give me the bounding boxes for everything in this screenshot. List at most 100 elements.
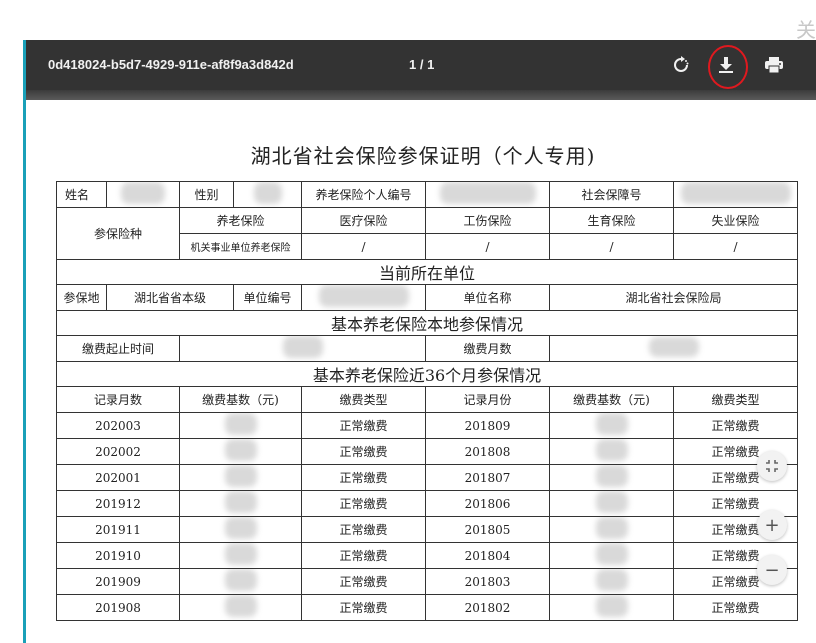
- base-right: [549, 412, 674, 439]
- document-id: 0d418024-b5d7-4929-911e-af8f9a3d842d: [48, 57, 294, 72]
- recent-row: 201908 正常缴费 201802 正常缴费: [56, 594, 798, 621]
- toolbar-shadow: [26, 90, 816, 100]
- record-month-left: 201908: [56, 594, 180, 621]
- record-month-right: 201804: [425, 542, 550, 569]
- name-label: 姓名: [56, 181, 107, 208]
- unit-no-label: 单位编号: [233, 284, 302, 311]
- unit-no-value: [301, 284, 426, 311]
- record-month-right: 201803: [425, 568, 550, 595]
- base-left: [179, 542, 302, 569]
- recent-row: 202003 正常缴费 201809 正常缴费: [56, 412, 798, 439]
- recent-row: 201910 正常缴费 201804 正常缴费: [56, 542, 798, 569]
- base-right: [549, 516, 674, 543]
- insurance-type-label: 参保险种: [56, 207, 180, 260]
- redacted-value: [224, 491, 257, 513]
- base-right: [549, 542, 674, 569]
- fit-page-icon: [766, 460, 778, 472]
- redacted-value: [224, 465, 257, 487]
- base-right: [549, 490, 674, 517]
- record-month-right: 201807: [425, 464, 550, 491]
- record-month-left: 202002: [56, 438, 180, 465]
- record-month-right: 201805: [425, 516, 550, 543]
- type-left: 正常缴费: [301, 594, 426, 621]
- document-page: 湖北省社会保险参保证明（个人专用) 姓名 性别 养老保险个人编号 社会保障号 参…: [30, 100, 816, 643]
- record-month-right: 201802: [425, 594, 550, 621]
- fit-page-button[interactable]: [757, 451, 787, 481]
- local-pension-row: 缴费起止时间 缴费月数: [56, 335, 798, 362]
- institution-pension-label: 机关事业单位养老保险: [179, 233, 302, 260]
- redacted-value: [595, 595, 628, 617]
- recent-rows: 202003 正常缴费 201809 正常缴费 202002 正常缴费 201808 正常缴费…: [56, 412, 798, 621]
- rotate-button[interactable]: [668, 52, 694, 78]
- local-pension-header: 基本养老保险本地参保情况: [56, 310, 798, 336]
- ss-no-label: 社会保障号: [549, 181, 674, 208]
- record-month-left: 202001: [56, 464, 180, 491]
- recent-columns-row: 记录月数 缴费基数（元) 缴费类型 记录月份 缴费基数（元) 缴费类型: [56, 386, 798, 413]
- type-left: 正常缴费: [301, 490, 426, 517]
- col-type-left: 缴费类型: [301, 386, 426, 413]
- zoom-in-button[interactable]: +: [757, 510, 787, 540]
- record-month-left: 201911: [56, 516, 180, 543]
- col-record-months: 记录月数: [56, 386, 180, 413]
- viewer-toolbar: 0d418024-b5d7-4929-911e-af8f9a3d842d 1 /…: [26, 40, 816, 90]
- ss-no-value: [673, 181, 798, 208]
- unit-name-label: 单位名称: [425, 284, 550, 311]
- insurance-col-pension: 养老保险: [179, 207, 302, 234]
- redacted-value: [595, 543, 628, 565]
- insurance-value-medical: /: [301, 233, 426, 260]
- download-highlight-ring: [708, 45, 748, 89]
- certificate-table: 姓名 性别 养老保险个人编号 社会保障号 参保险种 养老保险 医疗保险 工伤保险…: [56, 181, 798, 621]
- recent-row: 202002 正常缴费 201808 正常缴费: [56, 438, 798, 465]
- payment-period-value: [179, 335, 426, 362]
- zoom-out-button[interactable]: −: [757, 555, 787, 585]
- redacted-value: [224, 569, 257, 591]
- base-right: [549, 438, 674, 465]
- insurance-col-injury: 工伤保险: [425, 207, 550, 234]
- redacted-value: [595, 465, 628, 487]
- redacted-value: [224, 517, 257, 539]
- type-right: 正常缴费: [673, 594, 798, 621]
- recent-row: 201909 正常缴费 201803 正常缴费: [56, 568, 798, 595]
- type-left: 正常缴费: [301, 438, 426, 465]
- redacted-value: [595, 517, 628, 539]
- payment-period-label: 缴费起止时间: [56, 335, 180, 362]
- insurance-value-maternity: /: [549, 233, 674, 260]
- base-left: [179, 438, 302, 465]
- base-left: [179, 490, 302, 517]
- close-text-fragment[interactable]: 关: [796, 14, 816, 43]
- rotate-icon: [674, 56, 689, 72]
- base-right: [549, 464, 674, 491]
- current-unit-header: 当前所在单位: [56, 259, 798, 285]
- print-icon: [765, 57, 783, 74]
- base-right: [549, 568, 674, 595]
- location-value: 湖北省省本级: [106, 284, 234, 311]
- type-left: 正常缴费: [301, 516, 426, 543]
- insurance-header-row: 参保险种 养老保险 医疗保险 工伤保险 生育保险 失业保险: [56, 207, 798, 260]
- gender-label: 性别: [179, 181, 234, 208]
- insurance-value-injury: /: [425, 233, 550, 260]
- payment-months-value: [549, 335, 798, 362]
- unit-name-value: 湖北省社会保险局: [549, 284, 798, 311]
- location-label: 参保地: [56, 284, 107, 311]
- base-left: [179, 412, 302, 439]
- page-indicator: 1 / 1: [409, 57, 435, 72]
- pension-no-label: 养老保险个人编号: [301, 181, 426, 208]
- insurance-value-unemployment: /: [673, 233, 798, 260]
- document-title: 湖北省社会保险参保证明（个人专用): [250, 144, 596, 168]
- redacted-value: [595, 569, 628, 591]
- type-left: 正常缴费: [301, 542, 426, 569]
- base-right: [549, 594, 674, 621]
- base-left: [179, 464, 302, 491]
- record-month-left: 201912: [56, 490, 180, 517]
- current-unit-row: 参保地 湖北省省本级 单位编号 单位名称 湖北省社会保险局: [56, 284, 798, 311]
- recent-row: 201911 正常缴费 201805 正常缴费: [56, 516, 798, 543]
- base-left: [179, 594, 302, 621]
- base-left: [179, 516, 302, 543]
- record-month-right: 201806: [425, 490, 550, 517]
- recent-row: 201912 正常缴费 201806 正常缴费: [56, 490, 798, 517]
- name-value: [106, 181, 180, 208]
- zoom-out-icon: −: [764, 559, 780, 581]
- redacted-value: [224, 543, 257, 565]
- record-month-left: 202003: [56, 412, 180, 439]
- print-button[interactable]: [761, 52, 787, 78]
